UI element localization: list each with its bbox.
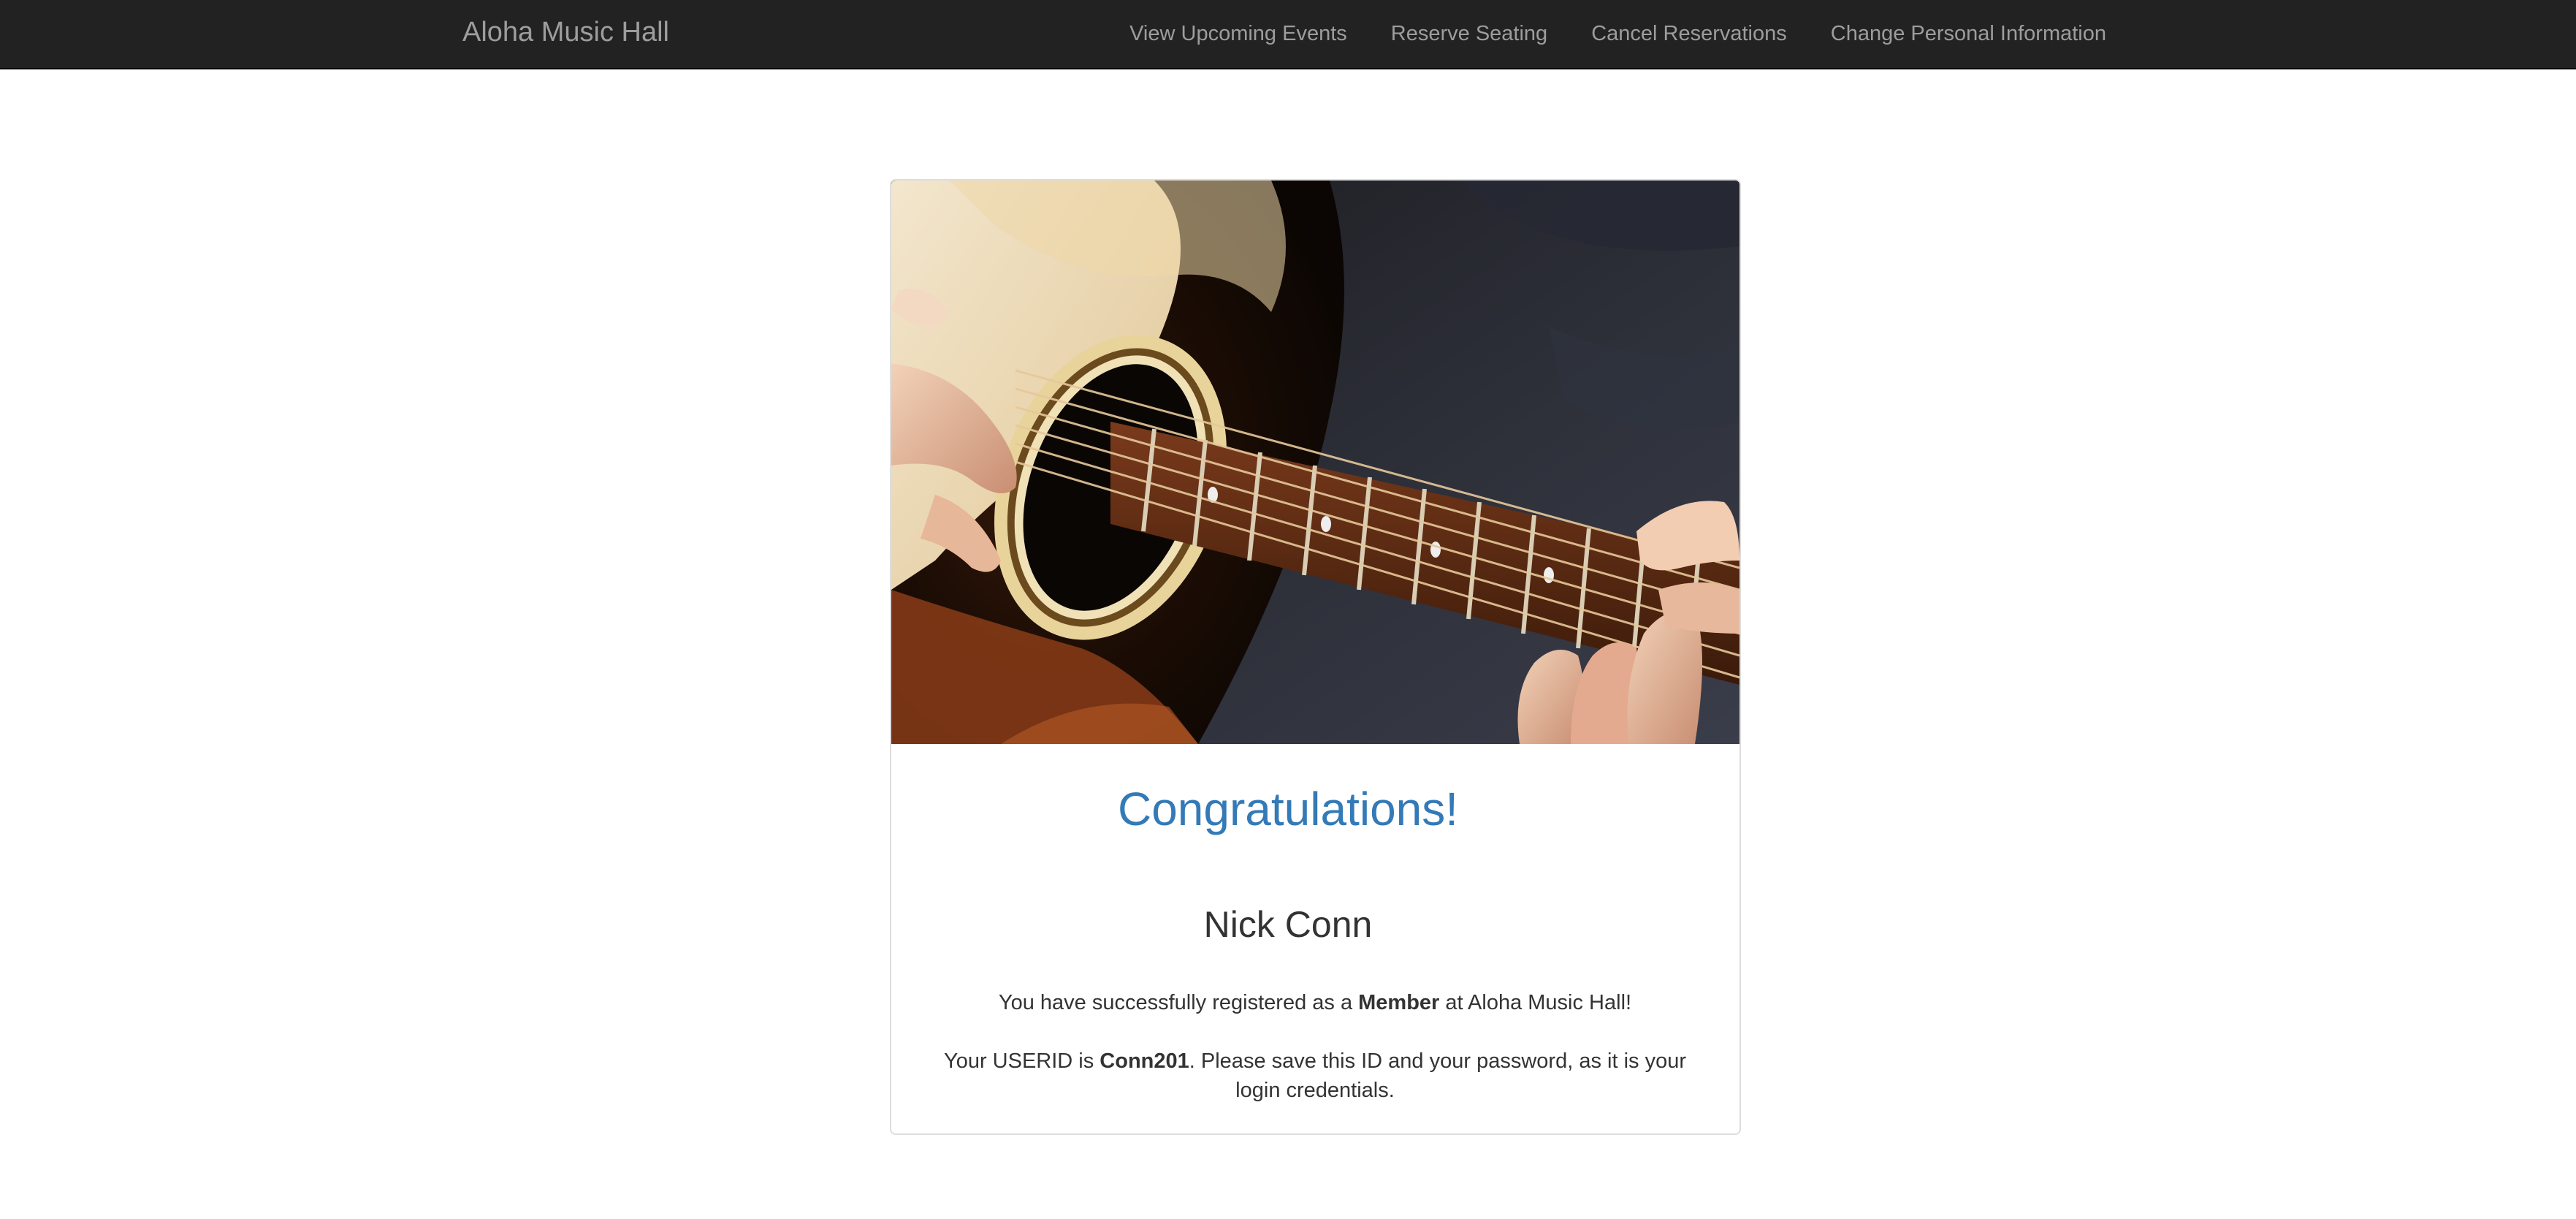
membership-role: Member [1358, 991, 1440, 1014]
userid-prefix: Your USERID is [944, 1049, 1100, 1073]
userid-message: Your USERID is Conn201. Please save this… [899, 1047, 1731, 1105]
registration-prefix: You have successfully registered as a [998, 991, 1359, 1014]
member-name: Nick Conn [1203, 904, 1373, 945]
nav-link-change-personal-information[interactable]: Change Personal Information [1809, 1, 2106, 67]
brand-link[interactable]: Aloha Music Hall [462, 0, 669, 68]
nav-link-reserve-seating[interactable]: Reserve Seating [1369, 1, 1569, 67]
top-navbar: Aloha Music Hall View Upcoming Events Re… [0, 0, 2576, 69]
userid-value: Conn201 [1100, 1049, 1189, 1073]
nav-link-cancel-reservations[interactable]: Cancel Reservations [1569, 1, 1809, 67]
registration-suffix: at Aloha Music Hall! [1439, 991, 1632, 1014]
congratulations-heading: Congratulations! [1117, 783, 1459, 835]
registration-message: You have successfully registered as a Me… [899, 988, 1731, 1017]
userid-suffix: . Please save this ID and your password,… [1189, 1049, 1686, 1102]
nav-link-view-upcoming-events[interactable]: View Upcoming Events [1108, 1, 1369, 67]
nav-links: View Upcoming Events Reserve Seating Can… [1108, 0, 2106, 68]
guitar-photo [891, 181, 1739, 744]
